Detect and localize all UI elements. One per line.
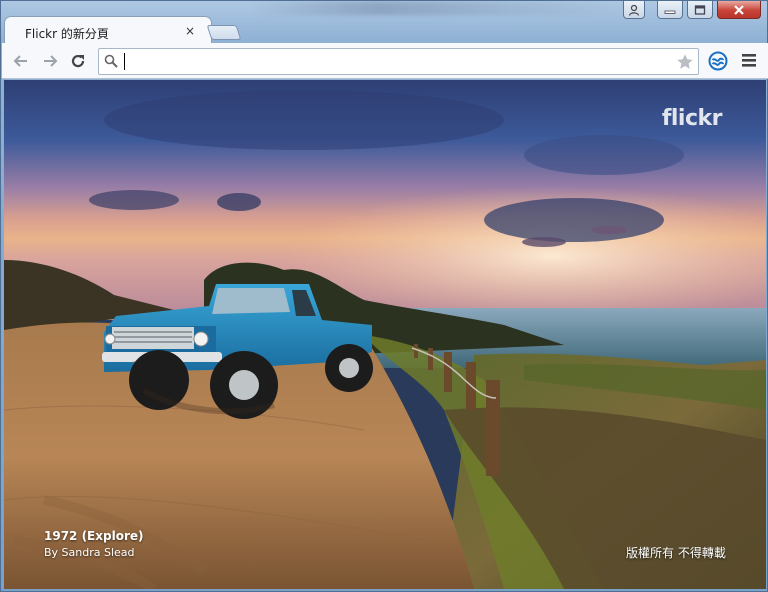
reload-button[interactable] bbox=[69, 52, 87, 70]
flickr-logo[interactable]: flickr bbox=[662, 106, 723, 131]
menu-icon[interactable] bbox=[742, 54, 756, 67]
search-icon bbox=[104, 54, 118, 68]
minimize-icon bbox=[664, 10, 676, 14]
new-tab-button[interactable] bbox=[206, 25, 242, 40]
copyright-notice: 版權所有 不得轉載 bbox=[626, 546, 726, 560]
minimize-button[interactable] bbox=[657, 1, 683, 19]
photo-author-link[interactable]: By Sandra Slead bbox=[44, 546, 135, 559]
back-arrow-icon bbox=[13, 55, 27, 67]
forward-arrow-icon bbox=[44, 55, 58, 67]
extension-icon[interactable] bbox=[708, 51, 728, 71]
user-icon bbox=[628, 4, 640, 16]
back-button[interactable] bbox=[12, 52, 30, 70]
window-controls bbox=[623, 1, 761, 19]
browser-window: Flickr 的新分頁 × flickr 1972 (Explore) By S… bbox=[0, 0, 768, 592]
toolbar bbox=[2, 43, 768, 79]
forward-button[interactable] bbox=[41, 52, 59, 70]
user-profile-button[interactable] bbox=[623, 1, 645, 19]
background-photo bbox=[4, 80, 766, 589]
text-caret bbox=[124, 53, 125, 70]
photo-title-link[interactable]: 1972 (Explore) bbox=[44, 529, 144, 543]
address-bar[interactable] bbox=[98, 48, 699, 75]
page-content: flickr 1972 (Explore) By Sandra Slead 版權… bbox=[4, 80, 766, 589]
maximize-button[interactable] bbox=[687, 1, 713, 19]
tab-close-button[interactable]: × bbox=[184, 25, 196, 37]
address-input[interactable] bbox=[123, 52, 673, 71]
window-title-blur bbox=[251, 1, 631, 15]
tab-title[interactable]: Flickr 的新分頁 bbox=[25, 25, 109, 42]
maximize-icon bbox=[694, 4, 706, 15]
close-button[interactable] bbox=[717, 1, 761, 19]
reload-icon bbox=[71, 54, 85, 68]
close-icon bbox=[734, 4, 744, 15]
bookmark-star-icon[interactable] bbox=[676, 53, 694, 71]
